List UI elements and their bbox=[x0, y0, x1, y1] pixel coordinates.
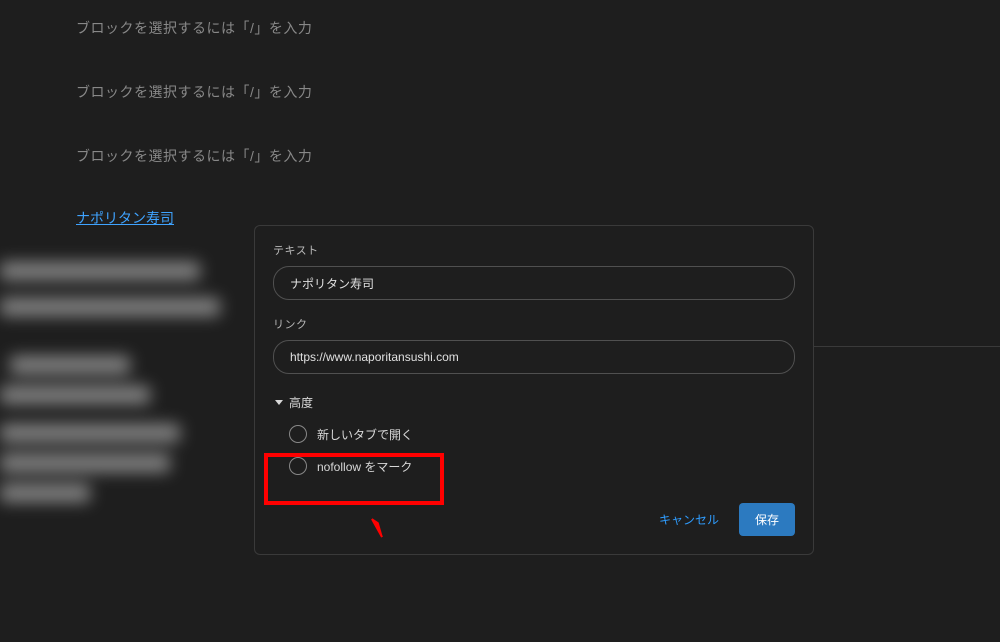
block-placeholder[interactable]: ブロックを選択するには「/」を入力 bbox=[76, 146, 1000, 166]
save-button[interactable]: 保存 bbox=[739, 503, 795, 536]
toggle-new-tab-label: 新しいタブで開く bbox=[317, 426, 413, 443]
chevron-down-icon bbox=[275, 400, 283, 405]
dialog-actions: キャンセル 保存 bbox=[273, 503, 795, 536]
link-url-input[interactable] bbox=[273, 340, 795, 374]
advanced-label: 高度 bbox=[289, 394, 313, 411]
radio-icon bbox=[289, 425, 307, 443]
cancel-button[interactable]: キャンセル bbox=[655, 505, 723, 534]
link-settings-dialog: テキスト リンク 高度 新しいタブで開く nofollow をマーク キャンセル… bbox=[254, 225, 814, 555]
advanced-toggle[interactable]: 高度 bbox=[273, 394, 795, 411]
toggle-nofollow-label: nofollow をマーク bbox=[317, 458, 412, 475]
link-field-label: リンク bbox=[273, 316, 795, 332]
block-placeholder[interactable]: ブロックを選択するには「/」を入力 bbox=[76, 82, 1000, 102]
blurred-background bbox=[0, 262, 240, 642]
text-field-label: テキスト bbox=[273, 242, 795, 258]
radio-icon bbox=[289, 457, 307, 475]
inserted-link[interactable]: ナポリタン寿司 bbox=[76, 208, 174, 228]
toggle-nofollow[interactable]: nofollow をマーク bbox=[289, 457, 795, 475]
block-placeholder[interactable]: ブロックを選択するには「/」を入力 bbox=[76, 18, 1000, 38]
toggle-new-tab[interactable]: 新しいタブで開く bbox=[289, 425, 795, 443]
text-input[interactable] bbox=[273, 266, 795, 300]
editor-area: ブロックを選択するには「/」を入力 ブロックを選択するには「/」を入力 ブロック… bbox=[0, 0, 1000, 228]
